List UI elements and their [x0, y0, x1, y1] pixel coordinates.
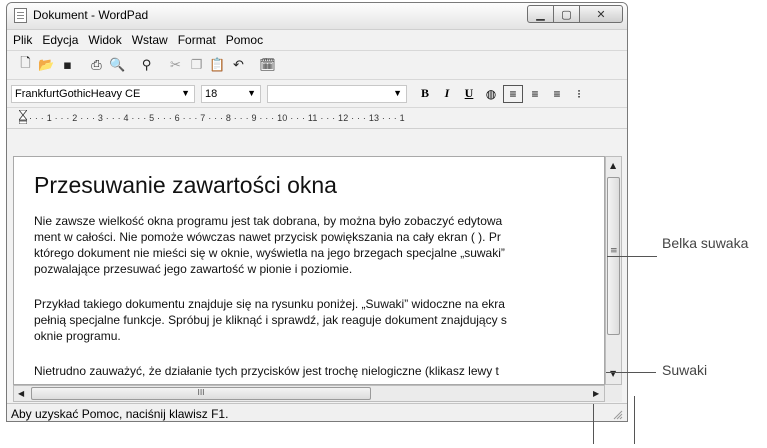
scissors-icon: ✂ [170, 57, 181, 73]
menu-bar: Plik Edycja Widok Wstaw Format Pomoc [7, 30, 627, 51]
chevron-down-icon: ▼ [393, 87, 402, 98]
undo-icon: ↶ [233, 57, 244, 73]
doc-line: ment w całości. Nie pomoże wówczas nawet… [34, 230, 501, 244]
chevron-down-icon: ▼ [247, 87, 256, 98]
close-button[interactable]: ✕ [579, 5, 623, 23]
italic-icon: I [444, 86, 450, 100]
copy-button[interactable]: ❐ [186, 56, 207, 74]
align-right-icon: ≡ [553, 86, 561, 101]
title-bar[interactable]: Dokument - WordPad ▁ ▢ ✕ [7, 3, 627, 30]
find-button[interactable]: ⚲ [136, 56, 157, 74]
vertical-scrollbar[interactable]: ▲ ▼ [605, 156, 622, 385]
horizontal-scroll-thumb[interactable]: III [31, 387, 371, 400]
print-button[interactable]: ⎙ [86, 56, 107, 74]
font-select-value: FrankfurtGothicHeavy CE [15, 87, 141, 100]
palette-icon: ◍ [485, 86, 497, 101]
script-select[interactable]: ▼ [267, 84, 407, 103]
ruler-ticks: · · · 1 · · · 2 · · · 3 · · · 4 · · · 5 … [29, 113, 405, 123]
font-select[interactable]: FrankfurtGothicHeavy CE ▼ [11, 84, 195, 103]
close-icon: ✕ [596, 7, 606, 21]
align-right-button[interactable]: ≡ [547, 85, 567, 103]
new-document-icon: 🗋 [20, 56, 31, 71]
doc-line: Nie zawsze wielkość okna programu jest t… [34, 214, 503, 228]
binoculars-icon: ⚲ [141, 57, 152, 73]
scroll-right-icon[interactable]: ▶ [593, 389, 599, 398]
scroll-up-icon[interactable]: ▲ [610, 161, 616, 170]
status-text: Aby uzyskać Pomoc, naciśnij klawisz F1. [11, 406, 229, 421]
callout-line [634, 396, 635, 444]
thumb-grip: III [197, 388, 205, 397]
indent-marker-icon[interactable] [19, 110, 27, 124]
underline-icon: U [464, 86, 474, 100]
horizontal-scrollbar[interactable]: ◀ III ▶ [13, 385, 605, 402]
doc-line: Nietrudno zauważyć, że działanie tych pr… [34, 364, 499, 378]
print-preview-icon: 🔍 [109, 57, 126, 73]
callout-suwaki: Suwaki [662, 362, 708, 378]
minimize-icon: ▁ [536, 7, 545, 21]
font-size-value: 18 [205, 87, 218, 100]
bullets-button[interactable]: ⁝ [569, 85, 589, 103]
menu-edycja[interactable]: Edycja [42, 33, 78, 47]
ruler[interactable]: · · · 1 · · · 2 · · · 3 · · · 4 · · · 5 … [7, 108, 627, 129]
underline-button[interactable]: U [459, 85, 479, 103]
doc-line: oknie programu. [34, 329, 121, 343]
wordpad-app-icon[interactable] [14, 8, 27, 23]
minimize-button[interactable]: ▁ [527, 5, 554, 23]
maximize-icon: ▢ [561, 7, 572, 21]
doc-line: pełnią specjalne funkcje. Spróbuj je kli… [34, 313, 507, 327]
callout-line [593, 404, 594, 444]
maximize-button[interactable]: ▢ [553, 5, 580, 23]
font-size-select[interactable]: 18 ▼ [201, 84, 261, 103]
status-bar: Aby uzyskać Pomoc, naciśnij klawisz F1. [7, 403, 627, 421]
doc-line: Przykład takiego dokumentu znajduje się … [34, 297, 505, 311]
wordpad-window: Dokument - WordPad ▁ ▢ ✕ Plik Edycja Wid… [6, 2, 628, 422]
open-button[interactable]: 📂 [36, 56, 57, 74]
paste-icon: 📋 [209, 57, 226, 73]
menu-wstaw[interactable]: Wstaw [132, 33, 168, 47]
scroll-left-icon[interactable]: ◀ [18, 389, 24, 398]
format-toolbar: FrankfurtGothicHeavy CE ▼ 18 ▼ ▼ B I U ◍… [7, 80, 627, 108]
doc-line: którego dokument nie mieści się w oknie,… [34, 246, 505, 260]
copy-icon: ❐ [190, 57, 203, 73]
bold-icon: B [420, 86, 429, 100]
scroll-down-icon[interactable]: ▼ [610, 369, 616, 378]
standard-toolbar: 🗋 📂 ▪ ⎙ 🔍 ⚲ ✂ ❐ 📋 ↶ 🗓 [7, 51, 627, 80]
menu-widok[interactable]: Widok [88, 33, 121, 47]
scroll-corner [605, 385, 622, 402]
menu-format[interactable]: Format [178, 33, 216, 47]
document-area[interactable]: Przesuwanie zawartości okna Nie zawsze w… [13, 156, 605, 385]
color-button[interactable]: ◍ [481, 85, 501, 103]
callout-line [606, 372, 656, 373]
print-preview-button[interactable]: 🔍 [107, 56, 128, 74]
window-title: Dokument - WordPad [33, 8, 149, 22]
undo-button[interactable]: ↶ [228, 56, 249, 74]
date-time-icon: 🗓 [259, 57, 276, 73]
save-button[interactable]: ▪ [57, 56, 78, 74]
doc-line: pozwalające przesuwać jego zawartość w p… [34, 262, 353, 276]
bold-button[interactable]: B [415, 85, 435, 103]
callout-line [607, 256, 657, 257]
save-disk-icon: ▪ [63, 57, 72, 73]
chevron-down-icon: ▼ [181, 87, 190, 98]
paste-button[interactable]: 📋 [207, 56, 228, 74]
callout-belka-suwaka: Belka suwaka [662, 235, 749, 251]
align-left-button[interactable]: ≡ [503, 84, 523, 103]
align-center-button[interactable]: ≡ [525, 85, 545, 103]
menu-pomoc[interactable]: Pomoc [226, 33, 263, 47]
cut-button[interactable]: ✂ [165, 56, 186, 74]
insert-date-button[interactable]: 🗓 [257, 56, 278, 74]
document-heading: Przesuwanie zawartości okna [34, 172, 337, 198]
resize-grip-icon[interactable] [613, 410, 623, 420]
menu-plik[interactable]: Plik [13, 33, 32, 47]
align-left-icon: ≡ [509, 86, 517, 101]
open-folder-icon: 📂 [38, 57, 55, 73]
align-center-icon: ≡ [531, 86, 539, 101]
printer-icon: ⎙ [91, 57, 102, 73]
bullets-icon: ⁝ [577, 86, 581, 101]
italic-button[interactable]: I [437, 85, 457, 103]
new-button[interactable]: 🗋 [15, 56, 36, 74]
